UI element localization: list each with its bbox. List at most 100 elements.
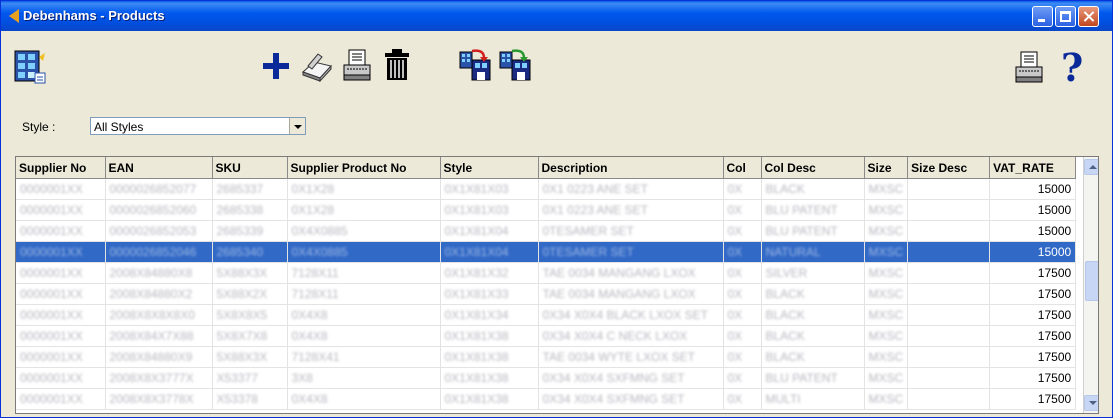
- table-cell[interactable]: 5X88X3X: [212, 346, 288, 368]
- table-cell[interactable]: 0X: [723, 262, 762, 284]
- table-cell[interactable]: 0X1X81X32: [440, 262, 539, 284]
- import-button[interactable]: [457, 45, 493, 85]
- table-cell[interactable]: 0X34 X0X4 BLACK LXOX SET: [538, 304, 724, 326]
- table-cell[interactable]: 17500: [989, 283, 1077, 305]
- table-cell[interactable]: 17500: [989, 304, 1077, 326]
- table-cell[interactable]: BLACK: [761, 283, 865, 305]
- table-cell[interactable]: 7128X11: [287, 262, 441, 284]
- table-cell[interactable]: 0X: [723, 283, 762, 305]
- chevron-down-icon[interactable]: [289, 118, 305, 134]
- table-cell[interactable]: MXSC: [864, 220, 909, 242]
- table-cell[interactable]: [907, 325, 991, 347]
- table-cell[interactable]: [907, 262, 991, 284]
- table-cell[interactable]: 2008X84880X9: [105, 346, 213, 368]
- table-cell[interactable]: MXSC: [864, 388, 909, 410]
- print-button[interactable]: [1011, 47, 1047, 87]
- table-cell[interactable]: [907, 283, 991, 305]
- table-cell[interactable]: 0X: [723, 367, 762, 389]
- table-cell[interactable]: 0X: [723, 304, 762, 326]
- table-cell[interactable]: 2008X84880X8: [105, 262, 213, 284]
- table-cell[interactable]: MXSC: [864, 178, 909, 200]
- column-header[interactable]: Description: [538, 157, 724, 179]
- table-row[interactable]: 0000001XX 2008X8X3777X X53377 3X8 0X1X81X38 0…: [16, 367, 1077, 389]
- table-cell[interactable]: 17500: [989, 346, 1077, 368]
- table-cell[interactable]: BLACK: [761, 178, 865, 200]
- table-cell[interactable]: 0000026852060: [105, 199, 213, 221]
- table-cell[interactable]: 17500: [989, 262, 1077, 284]
- table-cell[interactable]: 0X1 0223 ANE SET: [538, 199, 724, 221]
- table-cell[interactable]: MXSC: [864, 325, 909, 347]
- table-cell[interactable]: [907, 367, 991, 389]
- table-cell[interactable]: 0X: [723, 346, 762, 368]
- table-row[interactable]: 0000001XX 0000026852046 2685340 0X4X0885 0X1…: [16, 241, 1077, 263]
- table-cell[interactable]: 5X88X2X: [212, 283, 288, 305]
- edit-button[interactable]: [299, 46, 335, 86]
- table-cell[interactable]: 0000001XX: [16, 304, 106, 326]
- table-cell[interactable]: 0X4X0885: [287, 220, 441, 242]
- table-cell[interactable]: 2008X8X8X8X0: [105, 304, 213, 326]
- table-cell[interactable]: 2008X84880X2: [105, 283, 213, 305]
- table-cell[interactable]: MXSC: [864, 283, 909, 305]
- maximize-button[interactable]: [1055, 6, 1076, 27]
- table-row[interactable]: 0000001XX 0000026852053 2685339 0X4X0885 0X1…: [16, 220, 1077, 242]
- column-header[interactable]: Col Desc: [761, 157, 865, 179]
- table-cell[interactable]: [907, 178, 991, 200]
- table-cell[interactable]: 0000001XX: [16, 346, 106, 368]
- table-cell[interactable]: 0000026852077: [105, 178, 213, 200]
- table-cell[interactable]: 0X1 0223 ANE SET: [538, 178, 724, 200]
- table-cell[interactable]: 5X8X8X5: [212, 304, 288, 326]
- table-row[interactable]: 0000001XX 0000026852060 2685338 0X1X28 0X1X8…: [16, 199, 1077, 221]
- scroll-down-button[interactable]: [1084, 395, 1098, 411]
- table-cell[interactable]: MXSC: [864, 262, 909, 284]
- delete-button[interactable]: [379, 45, 415, 85]
- table-cell[interactable]: BLACK: [761, 346, 865, 368]
- table-cell[interactable]: 5X8X7X8: [212, 325, 288, 347]
- table-cell[interactable]: 0X: [723, 325, 762, 347]
- vertical-scrollbar[interactable]: [1083, 157, 1098, 413]
- table-cell[interactable]: 2685337: [212, 178, 288, 200]
- table-cell[interactable]: MXSC: [864, 304, 909, 326]
- product-list-button[interactable]: [12, 47, 48, 87]
- table-cell[interactable]: 2685338: [212, 199, 288, 221]
- table-cell[interactable]: BLU PATENT: [761, 367, 865, 389]
- column-header[interactable]: Style: [440, 157, 539, 179]
- table-cell[interactable]: 2685339: [212, 220, 288, 242]
- table-cell[interactable]: [907, 346, 991, 368]
- table-cell[interactable]: 15000: [989, 241, 1077, 263]
- table-cell[interactable]: [907, 199, 991, 221]
- table-cell[interactable]: 2008X8X3778X: [105, 388, 213, 410]
- column-header[interactable]: VAT_RATE: [989, 157, 1077, 179]
- table-row[interactable]: 0000001XX 0000026852077 2685337 0X1X28 0X1X8…: [16, 178, 1077, 200]
- table-cell[interactable]: 5X88X3X: [212, 262, 288, 284]
- column-header[interactable]: Supplier No: [16, 157, 106, 179]
- table-cell[interactable]: 15000: [989, 199, 1077, 221]
- column-header[interactable]: Size Desc: [907, 157, 991, 179]
- table-cell[interactable]: 0X4X8: [287, 325, 441, 347]
- table-cell[interactable]: 0000001XX: [16, 178, 106, 200]
- table-cell[interactable]: NATURAL: [761, 241, 865, 263]
- table-cell[interactable]: 0000001XX: [16, 367, 106, 389]
- print-preview-button[interactable]: [339, 45, 375, 85]
- export-button[interactable]: [497, 45, 533, 85]
- table-cell[interactable]: 0X: [723, 241, 762, 263]
- table-cell[interactable]: 15000: [989, 178, 1077, 200]
- add-button[interactable]: [258, 46, 294, 86]
- table-cell[interactable]: 0X4X0885: [287, 241, 441, 263]
- column-header[interactable]: SKU: [212, 157, 288, 179]
- table-cell[interactable]: SILVER: [761, 262, 865, 284]
- table-cell[interactable]: [907, 304, 991, 326]
- table-cell[interactable]: 0X1X81X04: [440, 220, 539, 242]
- table-cell[interactable]: X53378: [212, 388, 288, 410]
- table-cell[interactable]: TAE 0034 MANGANG LXOX: [538, 262, 724, 284]
- table-cell[interactable]: MXSC: [864, 199, 909, 221]
- table-row[interactable]: 0000001XX 2008X84880X8 5X88X3X 7128X11 0X1X8…: [16, 262, 1077, 284]
- table-row[interactable]: 0000001XX 2008X8X8X8X0 5X8X8X5 0X4X8 0X1X81X…: [16, 304, 1077, 326]
- table-cell[interactable]: MULTI: [761, 388, 865, 410]
- table-cell[interactable]: 0000001XX: [16, 199, 106, 221]
- table-cell[interactable]: BLACK: [761, 325, 865, 347]
- scroll-up-button[interactable]: [1084, 159, 1098, 175]
- close-button[interactable]: [1078, 6, 1099, 27]
- table-cell[interactable]: 2685340: [212, 241, 288, 263]
- table-cell[interactable]: 0TESAMER SET: [538, 241, 724, 263]
- table-cell[interactable]: 3X8: [287, 367, 441, 389]
